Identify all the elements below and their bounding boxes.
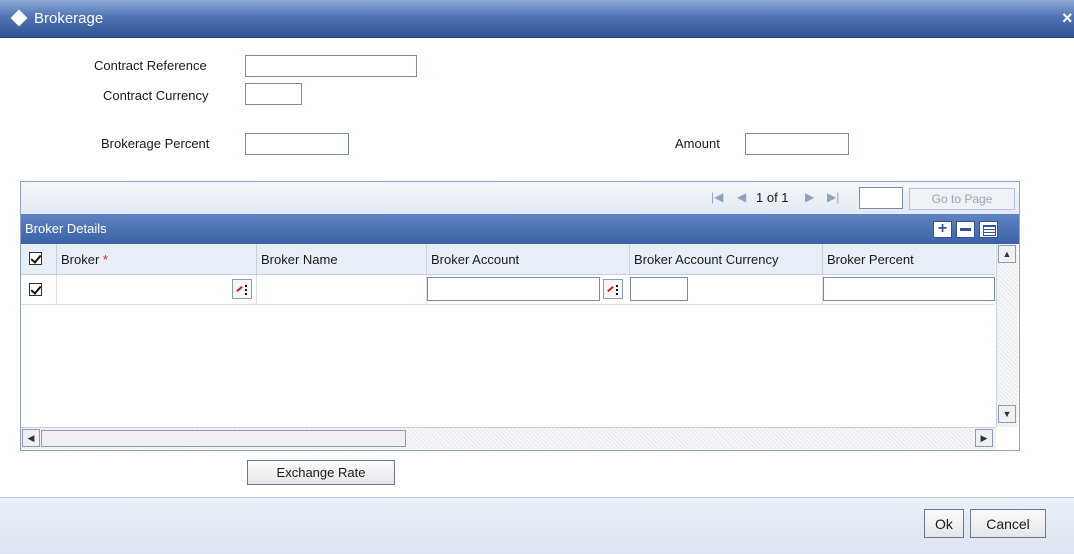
section-title: Broker Details [25, 221, 107, 236]
broker-details-grid: |◀ ◀ 1 of 1 ▶ ▶| Go to Page Broker Detai… [20, 181, 1020, 451]
contract-reference-field[interactable] [245, 55, 417, 77]
page-number-input[interactable] [859, 187, 903, 209]
vertical-scrollbar[interactable]: ▲ ▼ [996, 244, 1018, 427]
scroll-left-icon[interactable]: ◀ [22, 429, 40, 447]
contract-reference-label: Contract Reference [94, 58, 207, 73]
amount-label: Amount [675, 136, 720, 151]
section-header: Broker Details + [21, 214, 1019, 244]
broker-input[interactable] [59, 277, 229, 301]
select-all-checkbox[interactable] [29, 252, 42, 265]
dialog-footer: Ok Cancel [0, 497, 1074, 554]
previous-page-icon[interactable]: ◀ [737, 190, 746, 204]
contract-currency-field[interactable] [245, 83, 302, 105]
page-indicator: 1 of 1 [756, 190, 789, 205]
row-select-checkbox[interactable] [29, 283, 42, 296]
broker-account-lookup-icon[interactable] [603, 279, 623, 299]
column-header-broker-account-currency: Broker Account Currency [630, 244, 823, 275]
delete-row-icon[interactable] [956, 221, 975, 238]
required-marker: * [102, 252, 108, 267]
broker-percent-cell [823, 275, 995, 305]
column-header-broker-label: Broker [61, 252, 100, 267]
column-header-broker: Broker * [57, 244, 257, 275]
horizontal-scroll-thumb[interactable] [41, 430, 406, 447]
brokerage-percent-field[interactable] [245, 133, 349, 155]
broker-name-cell [257, 275, 427, 305]
go-to-page-button[interactable]: Go to Page [909, 188, 1015, 210]
column-header-broker-percent: Broker Percent [827, 252, 914, 267]
window-diamond-icon [10, 9, 28, 27]
window-title: Brokerage [34, 10, 104, 27]
row-select-cell [21, 275, 57, 305]
add-row-icon[interactable]: + [933, 221, 952, 238]
contract-currency-label: Contract Currency [103, 88, 209, 103]
ok-button[interactable]: Ok [924, 509, 964, 538]
first-page-icon[interactable]: |◀ [711, 190, 723, 204]
pager-bar: |◀ ◀ 1 of 1 ▶ ▶| Go to Page [21, 182, 1019, 214]
select-all-column [21, 244, 57, 275]
last-page-icon[interactable]: ▶| [827, 190, 839, 204]
brokerage-percent-label: Brokerage Percent [101, 136, 210, 151]
horizontal-scrollbar[interactable]: ◀ ▶ [21, 427, 996, 449]
broker-percent-input[interactable] [823, 277, 995, 301]
grid-header: Broker * Broker Name Broker Account Brok… [21, 244, 995, 275]
broker-account-currency-input[interactable] [630, 277, 688, 301]
single-view-icon[interactable] [979, 221, 998, 238]
table-row [21, 275, 995, 305]
close-icon[interactable]: × [1062, 8, 1073, 29]
exchange-rate-button[interactable]: Exchange Rate [247, 460, 395, 485]
scroll-down-icon[interactable]: ▼ [998, 405, 1016, 423]
scroll-right-icon[interactable]: ▶ [975, 429, 993, 447]
broker-lookup-icon[interactable] [232, 279, 252, 299]
amount-field[interactable] [745, 133, 849, 155]
next-page-icon[interactable]: ▶ [805, 190, 814, 204]
broker-account-currency-cell [630, 275, 823, 305]
column-header-broker-name: Broker Name [257, 244, 427, 275]
window-title-bar: Brokerage × [0, 0, 1074, 38]
scroll-up-icon[interactable]: ▲ [998, 245, 1016, 263]
column-header-broker-account: Broker Account [427, 244, 630, 275]
broker-account-cell [427, 275, 630, 305]
broker-account-input[interactable] [427, 277, 600, 301]
broker-cell [57, 275, 257, 305]
cancel-button[interactable]: Cancel [970, 509, 1046, 538]
